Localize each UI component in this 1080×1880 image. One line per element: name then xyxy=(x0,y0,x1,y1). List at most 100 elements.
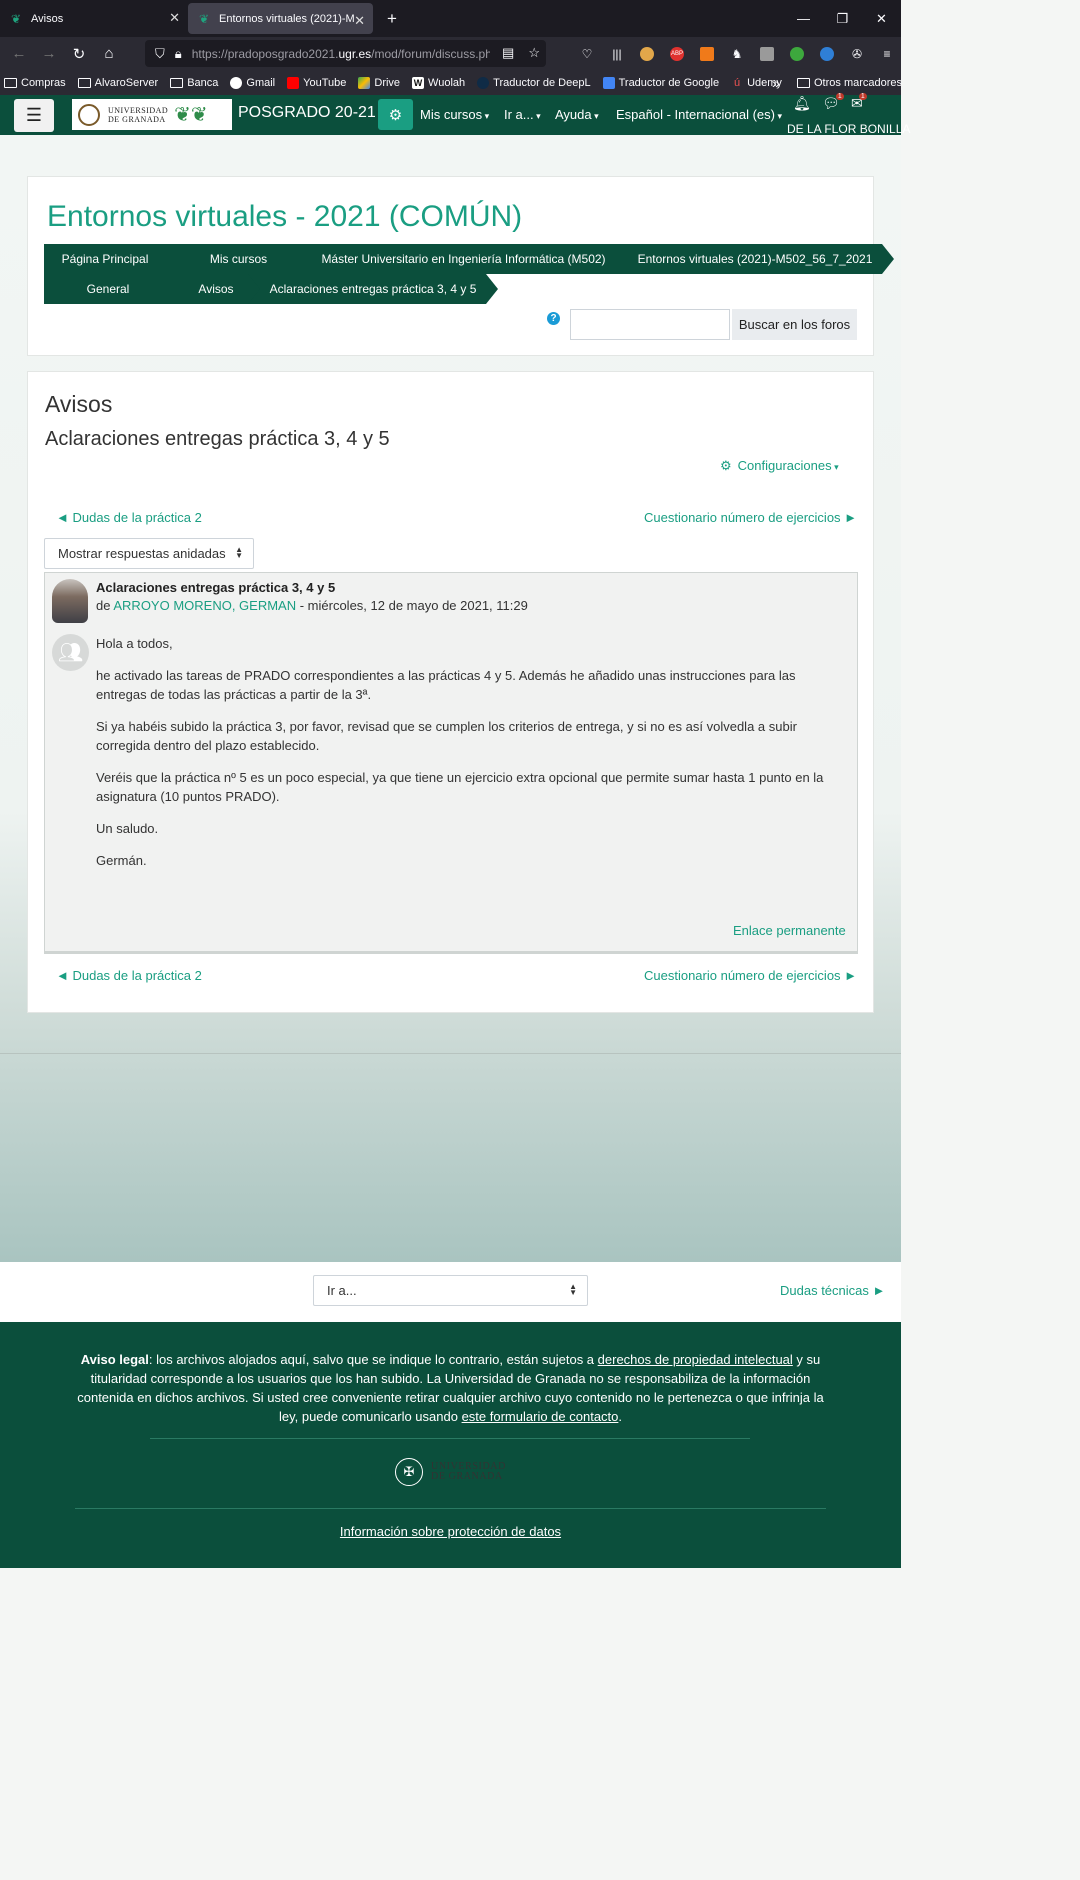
prev-discussion-link[interactable]: ◄ Dudas de la práctica 2 xyxy=(56,510,202,525)
reader-view-icon[interactable]: ▤ xyxy=(502,45,514,61)
privacy-link[interactable]: Información sobre protección de datos xyxy=(0,1524,901,1539)
footer-ugr-logo[interactable]: ✠ UNIVERSIDAD DE GRANADA xyxy=(395,1458,506,1486)
messages-badge: 1 xyxy=(835,93,844,100)
notifications-icon[interactable]: 🔔︎ xyxy=(793,95,811,112)
browser-tab-avisos[interactable]: ❦ Avisos ✕ xyxy=(0,0,188,37)
notifications-badge: 1 xyxy=(858,93,867,100)
close-tab-icon[interactable]: ✕ xyxy=(354,13,365,29)
legal-notice: Aviso legal: los archivos alojados aquí,… xyxy=(77,1352,824,1424)
home-icon[interactable]: ⌂ xyxy=(94,37,124,70)
drawer-toggle-icon[interactable]: ☰ xyxy=(14,99,54,132)
bookmark-wuolah[interactable]: W Wuolah xyxy=(412,76,465,89)
library-icon[interactable]: ||| xyxy=(602,37,632,70)
new-tab-icon[interactable]: + xyxy=(387,9,397,29)
next-discussion-link[interactable]: Cuestionario número de ejercicios ► xyxy=(644,510,857,525)
forward-icon[interactable]: → xyxy=(34,37,64,70)
discussion-title: Aclaraciones entregas práctica 3, 4 y 5 xyxy=(45,428,390,450)
author-link[interactable]: ARROYO MORENO, GERMAN xyxy=(113,598,296,613)
forum-search-button[interactable]: Buscar en los foros xyxy=(732,309,857,340)
bookmark-banca[interactable]: Banca xyxy=(170,77,218,89)
user-menu[interactable]: DE LA FLOR BONILLA xyxy=(787,122,910,136)
drive-icon xyxy=(358,76,371,89)
lock-icon[interactable]: 🔒︎ xyxy=(175,46,182,62)
help-icon[interactable]: ? xyxy=(547,312,560,325)
restore-icon[interactable]: ❐ xyxy=(823,0,862,37)
ugr-seal-icon xyxy=(78,103,100,126)
breadcrumb-item[interactable]: Mis cursos xyxy=(166,244,311,274)
bookmark-other[interactable]: Otros marcadores xyxy=(797,77,902,89)
site-name[interactable]: POSGRADO 20-21 xyxy=(238,104,376,122)
mail-icon[interactable]: ✉ 1 xyxy=(851,93,867,112)
url-bar[interactable]: ⛉ 🔒︎ https://pradoposgrado2021.ugr.es/mo… xyxy=(145,40,546,67)
extension-green-icon[interactable] xyxy=(782,37,812,70)
tab-title: Avisos xyxy=(31,12,64,25)
select-arrows-icon: ▲ ▼ xyxy=(569,1282,577,1297)
bookmark-alvaroserver[interactable]: AlvaroServer xyxy=(77,77,158,89)
extension-blue-icon[interactable] xyxy=(812,37,842,70)
nav-ir-a[interactable]: Ir a... xyxy=(504,107,541,122)
breadcrumb-item[interactable]: Aclaraciones entregas práctica 3, 4 y 5 xyxy=(248,274,498,304)
bookmark-compras[interactable]: Compras xyxy=(4,77,66,89)
breadcrumb-item[interactable]: Máster Universitario en Ingeniería Infor… xyxy=(299,244,628,274)
bookmark-star-icon[interactable]: ☆ xyxy=(528,45,540,61)
folder-icon xyxy=(77,77,91,88)
extension-grey-icon[interactable] xyxy=(752,37,782,70)
minimize-icon[interactable]: — xyxy=(784,0,823,37)
breadcrumb-item[interactable]: Página Principal xyxy=(44,244,178,274)
site-header: ☰ UNIVERSIDAD DE GRANADA ❦❦ POSGRADO 20-2… xyxy=(0,93,910,136)
nav-mis-cursos[interactable]: Mis cursos xyxy=(420,107,489,122)
close-window-icon[interactable]: ✕ xyxy=(862,0,901,37)
extensions-puzzle-icon[interactable]: ✇ xyxy=(842,37,872,70)
post-paragraph: Veréis que la práctica nº 5 es un poco e… xyxy=(96,770,824,804)
menu-icon[interactable]: ≡ xyxy=(872,37,902,70)
bookmark-deepl[interactable]: Traductor de DeepL xyxy=(477,76,591,89)
extension-orange-icon[interactable] xyxy=(692,37,722,70)
ip-rights-link[interactable]: derechos de propiedad intelectual xyxy=(598,1352,793,1367)
reload-icon[interactable]: ↻ xyxy=(64,37,94,70)
browser-toolbar: ← → ↻ ⌂ ⛉ 🔒︎ https://pradoposgrado2021.u… xyxy=(0,37,901,70)
shield-icon[interactable]: ⛉ xyxy=(155,46,165,62)
bookmark-google-translate[interactable]: Traductor de Google xyxy=(602,76,719,89)
nav-ayuda[interactable]: Ayuda xyxy=(555,107,599,122)
tech-questions-link[interactable]: Dudas técnicas ► xyxy=(780,1283,885,1298)
browser-tab-entornos[interactable]: ❦ Entornos virtuales (2021)-M502 ✕ xyxy=(188,3,373,34)
contact-form-link[interactable]: este formulario de contacto xyxy=(462,1409,619,1424)
extension-bird-icon[interactable]: ♞ xyxy=(722,37,752,70)
bookmark-youtube[interactable]: YouTube xyxy=(287,76,346,89)
post-paragraph: Si ya habéis subido la práctica 3, por f… xyxy=(96,719,797,753)
back-icon[interactable]: ← xyxy=(4,37,34,70)
prev-discussion-link-bottom[interactable]: ◄ Dudas de la práctica 2 xyxy=(56,968,202,983)
extension-avatar-icon[interactable] xyxy=(632,37,662,70)
folder-icon xyxy=(170,77,184,88)
udemy-icon: ú xyxy=(731,76,744,89)
breadcrumb-item[interactable]: Entornos virtuales (2021)-M502_56_7_2021 xyxy=(616,244,894,274)
post-paragraph: Germán. xyxy=(96,853,147,868)
post-subject: Aclaraciones entregas práctica 3, 4 y 5 xyxy=(96,580,336,595)
pocket-icon[interactable]: ♡ xyxy=(572,37,602,70)
prado-favicon-icon: ❦ xyxy=(198,11,210,26)
author-avatar[interactable] xyxy=(52,579,88,623)
prado-leaf-icon: ❦❦ xyxy=(174,104,208,126)
messages-icon[interactable]: 💬︎ 1 xyxy=(822,93,844,112)
forum-post xyxy=(44,572,858,954)
bookmark-gmail[interactable]: Gmail xyxy=(230,76,275,89)
display-mode-select[interactable]: Mostrar respuestas anidadas ▲ ▼ xyxy=(44,538,254,569)
bookmark-drive[interactable]: Drive xyxy=(358,76,400,89)
post-byline: de ARROYO MORENO, GERMAN - miércoles, 12… xyxy=(96,598,528,613)
nav-language[interactable]: Español - Internacional (es) xyxy=(616,107,782,122)
breadcrumb-item[interactable]: General xyxy=(44,274,184,304)
wuolah-icon: W xyxy=(412,76,425,89)
bookmarks-bar: Compras AlvaroServer Banca Gmail YouTube… xyxy=(0,70,902,95)
settings-menu[interactable]: ⚙ Configuraciones xyxy=(720,458,839,474)
permalink[interactable]: Enlace permanente xyxy=(733,923,846,938)
close-tab-icon[interactable]: ✕ xyxy=(169,10,180,26)
google-icon xyxy=(230,76,243,89)
cogs-icon[interactable]: ⚙ xyxy=(378,99,413,130)
more-bookmarks-icon[interactable]: » xyxy=(772,75,780,91)
ugr-logo[interactable]: UNIVERSIDAD DE GRANADA ❦❦ xyxy=(72,99,232,130)
forum-search-input[interactable] xyxy=(570,309,730,340)
url-text[interactable]: https://pradoposgrado2021.ugr.es/mod/for… xyxy=(192,47,490,61)
next-discussion-link-bottom[interactable]: Cuestionario número de ejercicios ► xyxy=(644,968,857,983)
jump-to-select[interactable]: Ir a... ▲ ▼ xyxy=(313,1275,588,1306)
adblock-icon[interactable]: ABP xyxy=(662,37,692,70)
